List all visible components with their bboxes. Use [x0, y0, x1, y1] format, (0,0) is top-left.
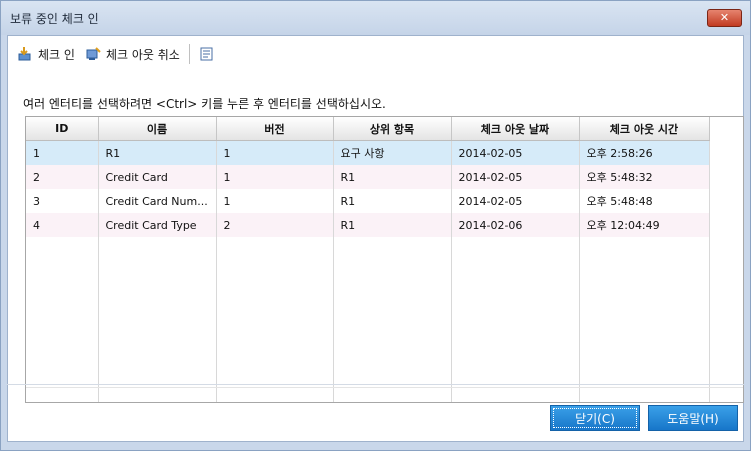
cell-parent: R1: [333, 213, 452, 237]
close-button[interactable]: 닫기(C): [550, 405, 640, 431]
cell-checkout-time: 오후 5:48:48: [579, 189, 710, 213]
undo-checkout-button[interactable]: 체크 아웃 취소: [80, 43, 185, 65]
cell-parent: R1: [333, 165, 452, 189]
cell-id: 1: [26, 140, 99, 165]
column-divider: [333, 141, 334, 402]
title-bar: 보류 중인 체크 인 ✕: [1, 1, 750, 35]
footer-divider: [7, 384, 744, 385]
cell-checkout-time: 오후 5:48:32: [579, 165, 710, 189]
toolbar: 체크 인 체크 아웃 취소: [12, 40, 739, 68]
cell-id: 3: [26, 189, 99, 213]
grid-table: ID 이름 버전 상위 항목 체크 아웃 날짜 체크 아웃 시간 1 R1 1 …: [26, 117, 710, 237]
cell-checkout-date: 2014-02-05: [451, 140, 580, 165]
dialog-body: 체크 인 체크 아웃 취소 여러 엔터티를 선택하려면 <Ctrl> 키를 누른…: [7, 35, 744, 442]
checkin-label: 체크 인: [38, 47, 75, 62]
help-button[interactable]: 도움말(H): [648, 405, 738, 431]
column-header-checkout-date[interactable]: 체크 아웃 날짜: [451, 117, 580, 141]
cell-version: 1: [216, 165, 334, 189]
table-row[interactable]: 3 Credit Card Num... 1 R1 2014-02-05 오후 …: [26, 189, 710, 213]
column-header-version[interactable]: 버전: [216, 117, 334, 141]
cell-id: 4: [26, 213, 99, 237]
cell-name: Credit Card: [98, 165, 217, 189]
cell-version: 2: [216, 213, 334, 237]
toolbar-separator: [188, 44, 190, 64]
column-header-checkout-time[interactable]: 체크 아웃 시간: [579, 117, 710, 141]
checkin-grid[interactable]: ID 이름 버전 상위 항목 체크 아웃 날짜 체크 아웃 시간 1 R1 1 …: [25, 116, 744, 403]
details-button[interactable]: [194, 43, 220, 65]
close-window-button[interactable]: ✕: [707, 9, 742, 27]
cell-name: R1: [98, 140, 217, 165]
checkin-button[interactable]: 체크 인: [12, 43, 80, 65]
column-divider: [709, 141, 710, 402]
cell-name: Credit Card Num...: [98, 189, 217, 213]
cell-id: 2: [26, 165, 99, 189]
grid-header-row: ID 이름 버전 상위 항목 체크 아웃 날짜 체크 아웃 시간: [26, 117, 710, 141]
column-header-id[interactable]: ID: [26, 117, 99, 141]
column-divider: [579, 141, 580, 402]
checkin-icon: [17, 46, 33, 62]
cell-checkout-time: 오후 12:04:49: [579, 213, 710, 237]
table-row[interactable]: 4 Credit Card Type 2 R1 2014-02-06 오후 12…: [26, 213, 710, 237]
cell-name: Credit Card Type: [98, 213, 217, 237]
table-row[interactable]: 1 R1 1 요구 사항 2014-02-05 오후 2:58:26: [26, 140, 710, 165]
column-divider: [451, 141, 452, 402]
cell-checkout-time: 오후 2:58:26: [579, 140, 710, 165]
undo-checkout-label: 체크 아웃 취소: [105, 47, 180, 62]
cell-version: 1: [216, 189, 334, 213]
table-row[interactable]: 2 Credit Card 1 R1 2014-02-05 오후 5:48:32: [26, 165, 710, 189]
column-header-name[interactable]: 이름: [98, 117, 217, 141]
column-divider: [98, 141, 99, 402]
column-header-parent[interactable]: 상위 항목: [333, 117, 452, 141]
cell-parent: R1: [333, 189, 452, 213]
pending-checkin-dialog: 보류 중인 체크 인 ✕ 체크 인 체크 아웃 취소 여러 엔터티를 선택하려면…: [0, 0, 751, 451]
cell-checkout-date: 2014-02-05: [451, 165, 580, 189]
cell-checkout-date: 2014-02-06: [451, 213, 580, 237]
cell-version: 1: [216, 140, 334, 165]
cell-checkout-date: 2014-02-05: [451, 189, 580, 213]
details-icon: [199, 46, 215, 62]
dialog-title: 보류 중인 체크 인: [10, 12, 99, 26]
column-divider: [216, 141, 217, 402]
undo-checkout-icon: [85, 46, 101, 62]
cell-parent: 요구 사항: [333, 140, 452, 165]
selection-hint: 여러 엔터티를 선택하려면 <Ctrl> 키를 누른 후 엔터티를 선택하십시오…: [23, 97, 386, 111]
grid-bottom-line: [26, 387, 743, 388]
